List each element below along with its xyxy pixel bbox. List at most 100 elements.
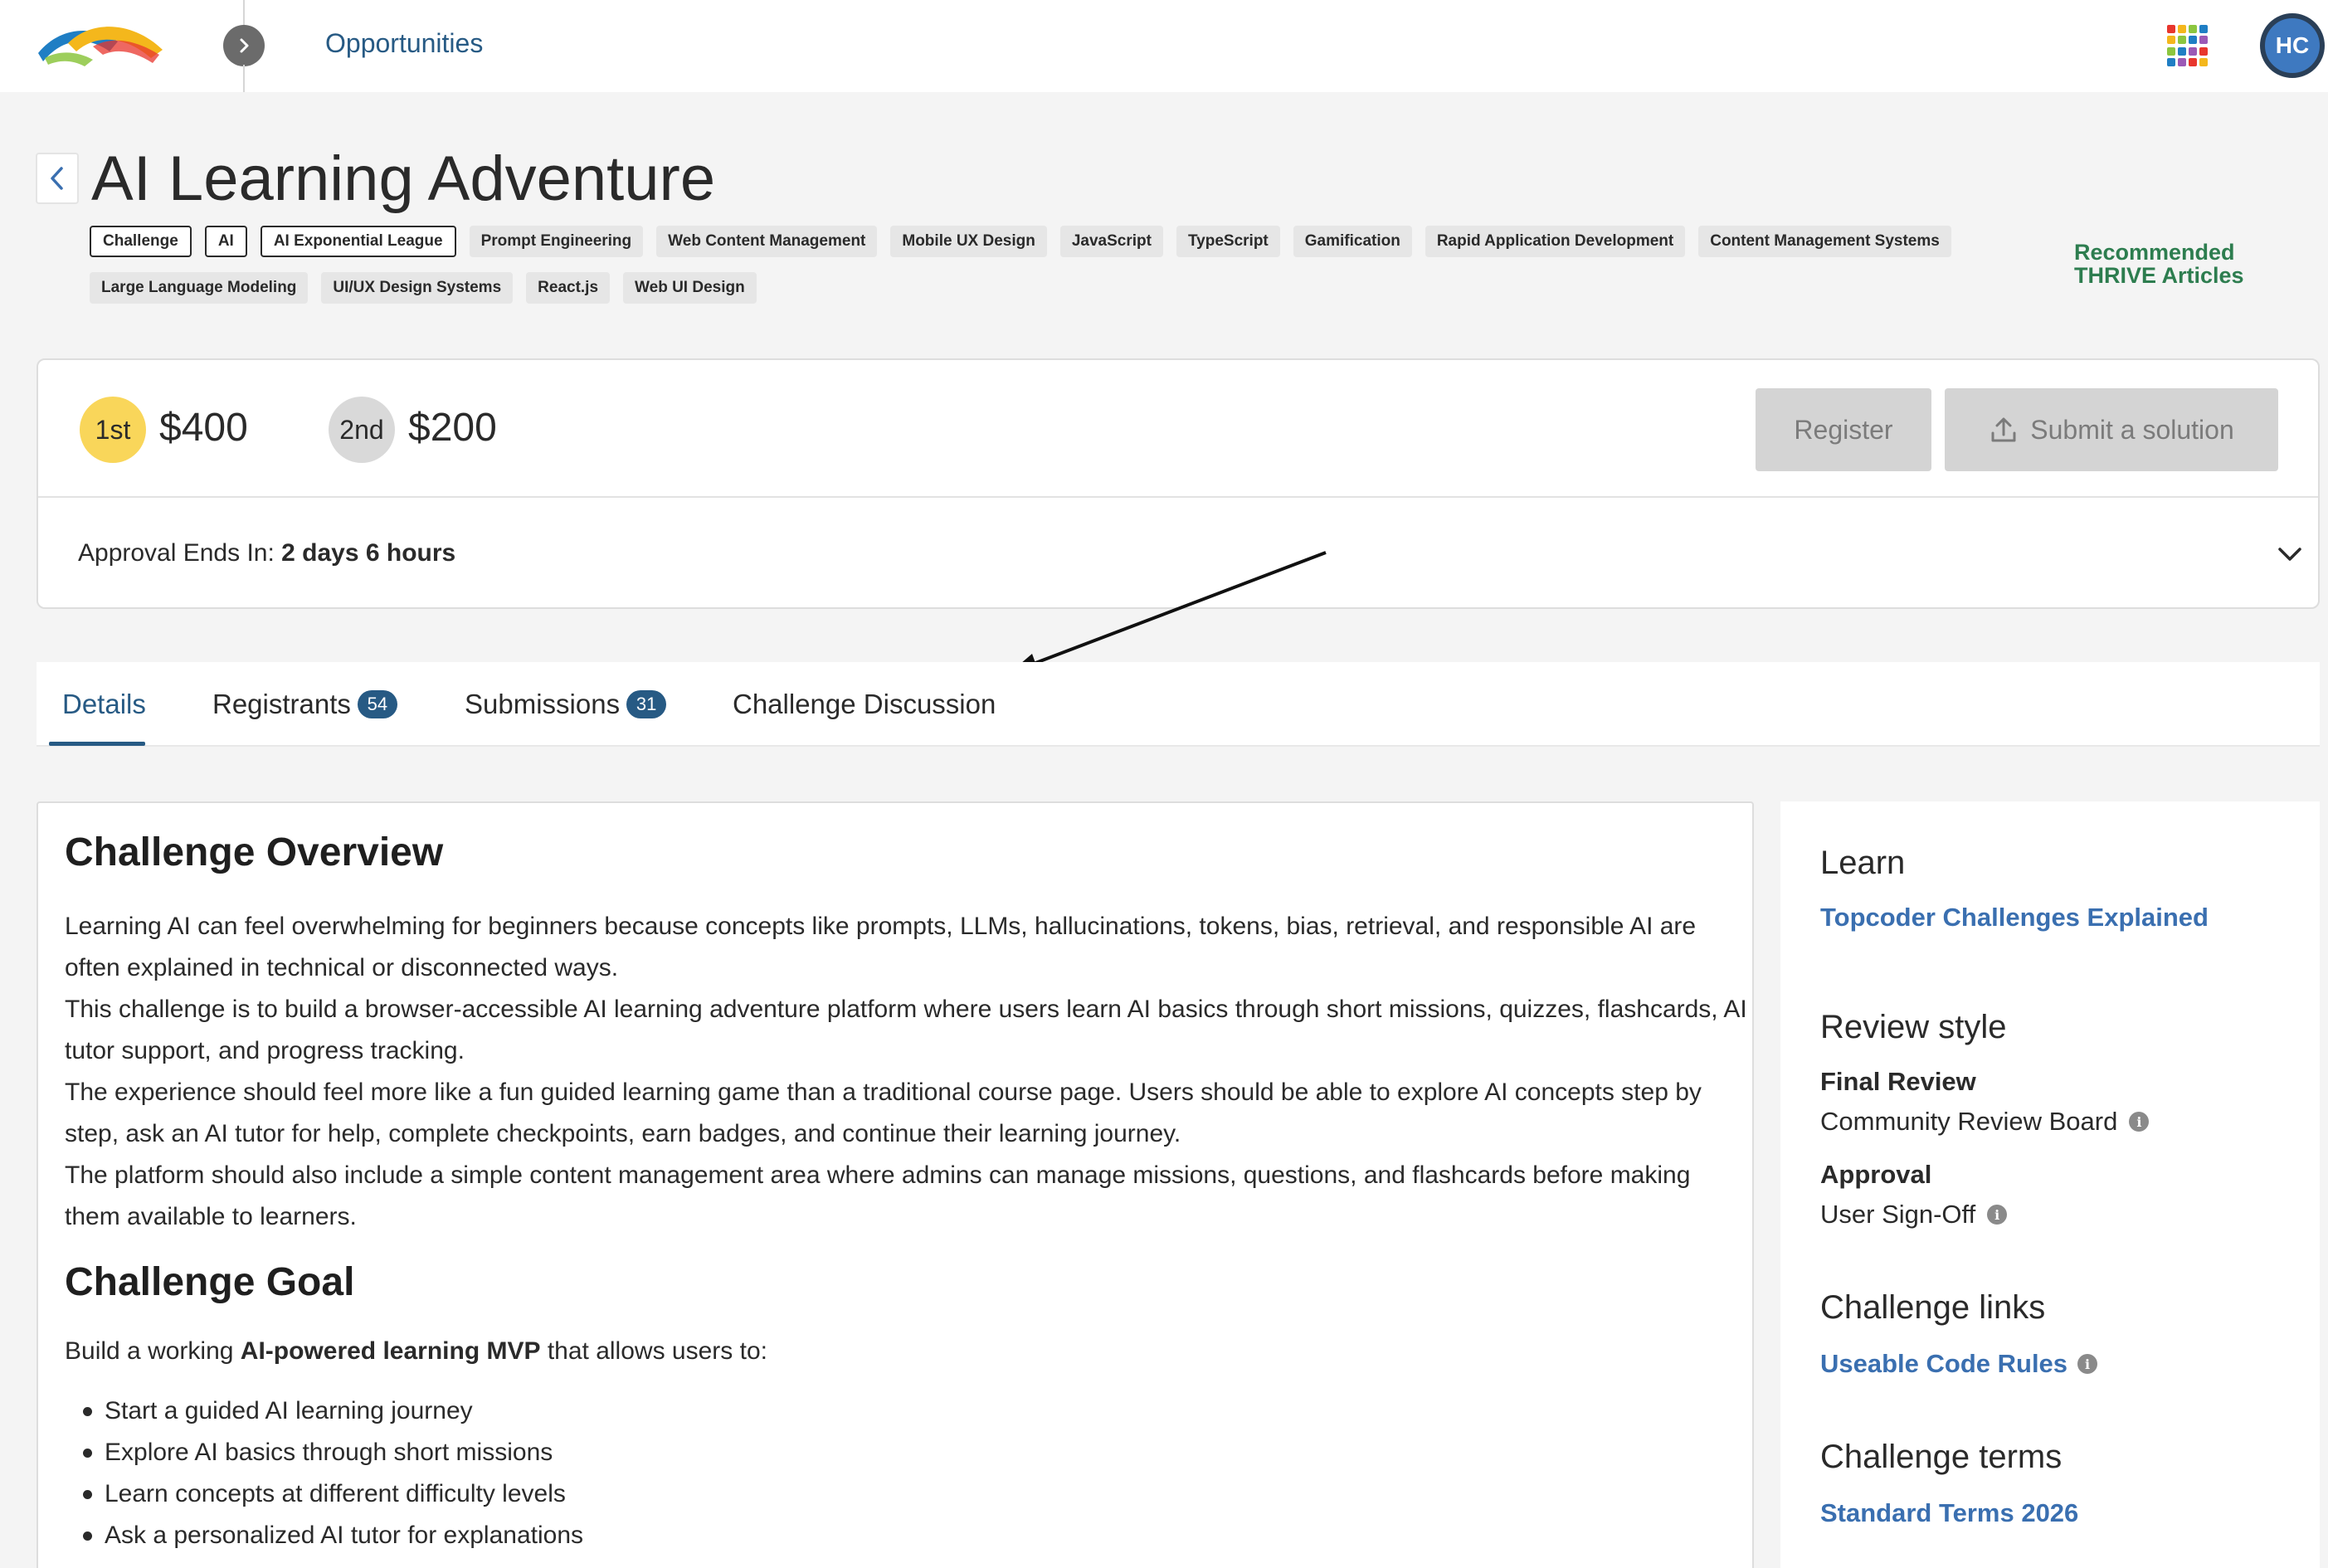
learn-link-label: Topcoder Challenges Explained [1820, 903, 2209, 932]
apps-grid-dot [2189, 57, 2197, 66]
nav-divider [243, 65, 245, 92]
apps-grid-dot [2189, 25, 2197, 33]
first-place-amount: $400 [159, 406, 248, 450]
overview-paragraph: The platform should also include a simpl… [65, 1161, 1691, 1230]
skill-tag[interactable]: Mobile UX Design [890, 226, 1047, 257]
overview-paragraph: Learning AI can feel overwhelming for be… [65, 913, 1697, 981]
submit-solution-label: Submit a solution [2030, 414, 2234, 445]
topcoder-challenges-explained-link[interactable]: Topcoder Challenges Explained [1820, 903, 2209, 933]
skill-tag[interactable]: Web Content Management [656, 226, 878, 257]
apps-grid-dot [2178, 46, 2186, 56]
skill-tag[interactable]: Large Language Modeling [90, 272, 309, 304]
active-tab-indicator [49, 742, 145, 746]
overview-paragraph: The experience should feel more like a f… [65, 1079, 1702, 1147]
skill-tag[interactable]: JavaScript [1059, 226, 1163, 257]
register-button[interactable]: Register [1756, 388, 1931, 471]
apps-grid-dot [2167, 57, 2175, 66]
list-item: Start a guided AI learning journey [65, 1390, 583, 1432]
skill-tag[interactable]: AI [204, 226, 247, 257]
tab-discussion-label: Challenge Discussion [733, 689, 996, 719]
tab-details-label: Details [62, 689, 146, 719]
chevron-left-icon [51, 167, 63, 190]
approval-value-text: User Sign-Off [1820, 1200, 1976, 1229]
approval-value-sidebar: User Sign-Off i [1820, 1200, 2008, 1230]
useable-code-rules-link[interactable]: Useable Code Rules i [1820, 1349, 2098, 1379]
apps-grid-dot [2199, 46, 2208, 56]
info-icon[interactable]: i [2129, 1112, 2150, 1132]
useable-code-rules-label: Useable Code Rules [1820, 1349, 2068, 1378]
second-place-medal: 2nd [329, 397, 395, 463]
upload-icon [1991, 417, 2016, 442]
user-avatar[interactable]: HC [2260, 13, 2325, 78]
second-place-amount: $200 [408, 406, 497, 450]
challenge-details-content: Challenge Overview Learning AI can feel … [37, 801, 1754, 1568]
skill-tags: Challenge AI AI Exponential League Prompt E… [90, 226, 1998, 304]
logo[interactable] [35, 18, 166, 70]
nav-divider [243, 0, 245, 25]
tab-details[interactable]: Details [62, 689, 146, 720]
apps-grid-dot [2178, 57, 2186, 66]
top-nav-bar: Opportunities HC [0, 0, 2328, 92]
apps-grid-dot [2167, 25, 2175, 33]
apps-grid-dot [2199, 57, 2208, 66]
skill-tag[interactable]: UI/UX Design Systems [321, 272, 514, 304]
goal-heading: Challenge Goal [65, 1260, 355, 1304]
thrive-articles-link[interactable]: Recommended THRIVE Articles [2074, 241, 2298, 287]
info-icon[interactable]: i [2077, 1354, 2098, 1374]
skill-tag[interactable]: React.js [526, 272, 611, 304]
challenge-terms-heading: Challenge terms [1820, 1439, 2063, 1475]
info-icon[interactable]: i [1987, 1205, 2008, 1225]
standard-terms-label: Standard Terms 2026 [1820, 1498, 2079, 1527]
approval-timer: Approval Ends In: 2 days 6 hours [78, 539, 455, 567]
tab-submissions-label: Submissions [465, 689, 621, 719]
learn-heading: Learn [1820, 845, 1906, 881]
first-place-medal: 1st [80, 397, 146, 463]
chevron-right-icon [240, 38, 249, 53]
apps-grid-dot [2167, 36, 2175, 45]
prize-row: 1st $400 2nd $200 Register Submit a solu… [38, 360, 2318, 498]
nav-title-opportunities[interactable]: Opportunities [325, 28, 483, 59]
submissions-count-badge: 31 [626, 690, 667, 718]
overview-body: Learning AI can feel overwhelming for be… [65, 906, 1749, 1238]
sidebar-toggle-button[interactable] [223, 25, 265, 66]
apps-grid-icon[interactable] [2167, 25, 2209, 66]
skill-tag[interactable]: Web UI Design [623, 272, 757, 304]
list-item: Explore AI basics through short missions [65, 1432, 583, 1473]
apps-grid-dot [2178, 36, 2186, 45]
info-sidebar: Learn Topcoder Challenges Explained Revi… [1780, 801, 2320, 1568]
skill-tag[interactable]: Challenge [90, 226, 192, 257]
challenge-links-heading: Challenge links [1820, 1289, 2046, 1326]
goal-intro-post: that allows users to: [540, 1337, 767, 1365]
skill-tag[interactable]: TypeScript [1176, 226, 1280, 257]
back-button[interactable] [36, 153, 79, 204]
goal-intro-pre: Build a working [65, 1337, 241, 1365]
registrants-count-badge: 54 [357, 690, 397, 718]
goal-intro-bold: AI-powered learning MVP [240, 1337, 541, 1365]
skill-tag[interactable]: Content Management Systems [1698, 226, 1951, 257]
apps-grid-dot [2199, 36, 2208, 45]
final-review-value: Community Review Board i [1820, 1107, 2150, 1137]
skill-tag[interactable]: Rapid Application Development [1425, 226, 1686, 257]
apps-grid-dot [2178, 25, 2186, 33]
tab-challenge-discussion[interactable]: Challenge Discussion [733, 689, 996, 720]
tab-submissions[interactable]: Submissions 31 [465, 689, 667, 720]
submit-solution-button[interactable]: Submit a solution [1945, 388, 2278, 471]
skill-tag[interactable]: AI Exponential League [260, 226, 456, 257]
skill-tag[interactable]: Prompt Engineering [469, 226, 644, 257]
tab-registrants-label: Registrants [212, 689, 351, 719]
list-item: Ask a personalized AI tutor for explanat… [65, 1515, 583, 1556]
approval-value: 2 days 6 hours [281, 539, 456, 567]
list-item: Learn concepts at different difficulty l… [65, 1473, 583, 1515]
apps-grid-dot [2189, 36, 2197, 45]
overview-heading: Challenge Overview [65, 830, 444, 874]
chevron-down-icon[interactable] [2273, 538, 2306, 571]
skill-tag[interactable]: Gamification [1293, 226, 1412, 257]
approval-label-sidebar: Approval [1820, 1160, 1932, 1189]
tab-bar: Details Registrants 54 Submissions 31 Chal… [37, 662, 2320, 747]
final-review-label: Final Review [1820, 1067, 1976, 1096]
standard-terms-link[interactable]: Standard Terms 2026 [1820, 1498, 2078, 1528]
tab-registrants[interactable]: Registrants 54 [212, 689, 397, 720]
overview-paragraph: This challenge is to build a browser-acc… [65, 996, 1747, 1064]
apps-grid-dot [2189, 46, 2197, 56]
approval-label: Approval Ends In: [78, 539, 282, 567]
